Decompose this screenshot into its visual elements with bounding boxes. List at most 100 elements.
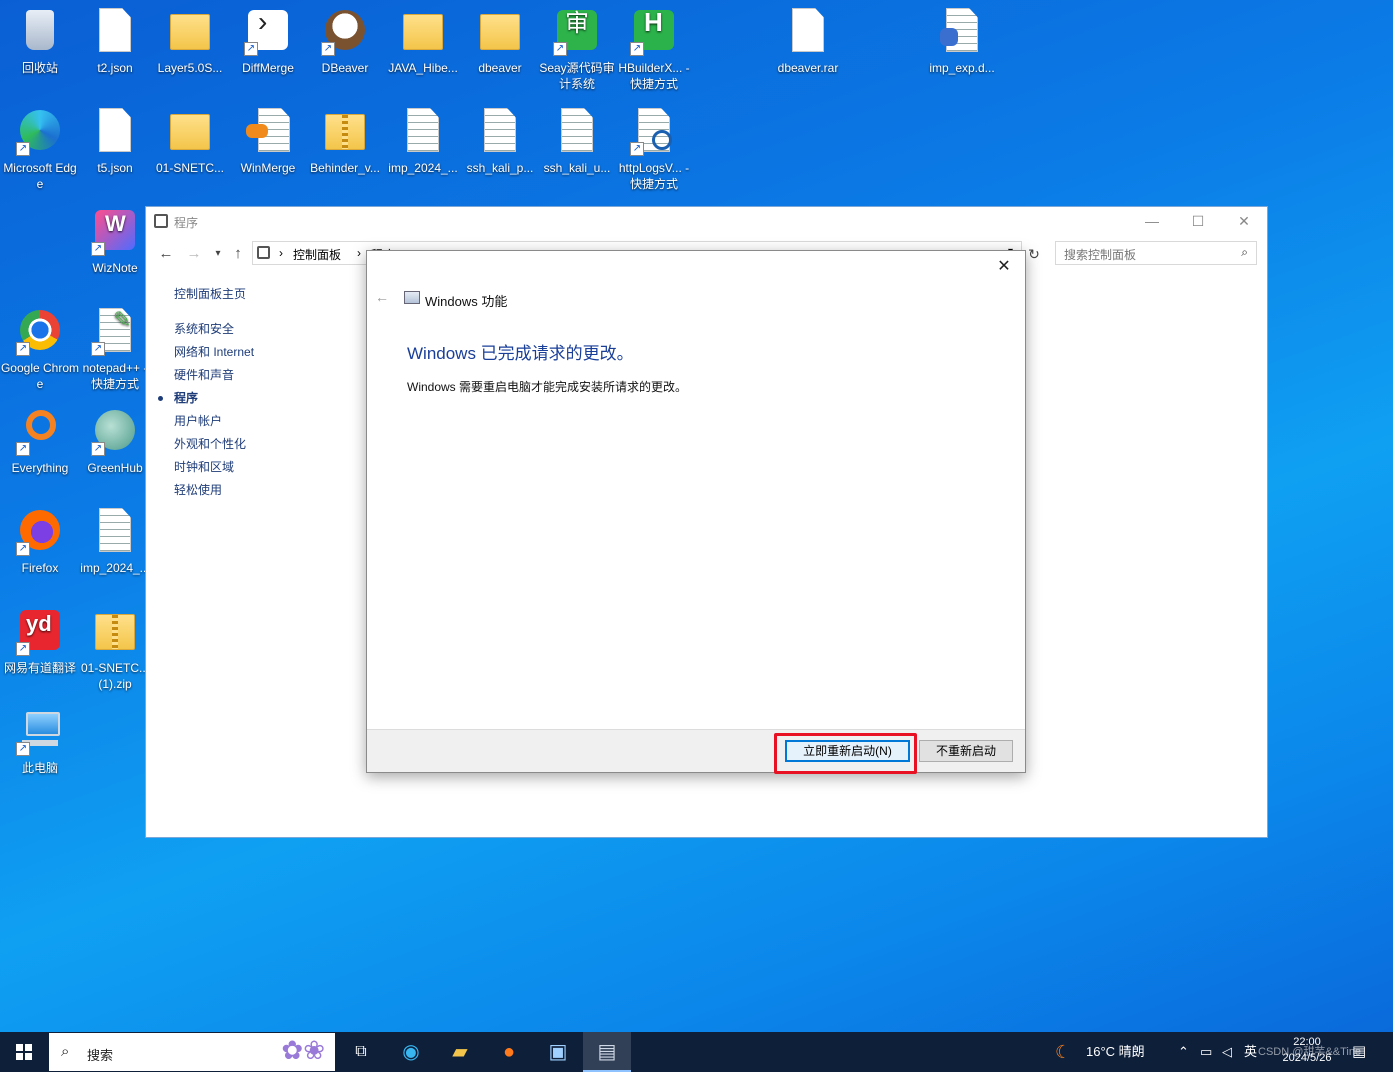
icon-label: 01-SNETC... (1).zip xyxy=(80,661,149,691)
annotation-highlight-box xyxy=(774,733,917,774)
nav-user-accounts[interactable]: 用户帐户 xyxy=(174,410,374,433)
task-view-icon[interactable]: ⧉ xyxy=(337,1032,385,1072)
icon-label: Firefox xyxy=(21,561,59,575)
folder-icon xyxy=(399,8,447,56)
icon-label: Microsoft Edge xyxy=(3,161,77,191)
recent-dropdown-icon[interactable]: ▾ xyxy=(208,244,228,264)
folder-icon xyxy=(166,108,214,156)
windows-logo-icon xyxy=(16,1044,32,1060)
dialog-title: Windows 功能 xyxy=(425,294,508,309)
text-file-icon xyxy=(476,108,524,156)
minimize-button[interactable]: — xyxy=(1129,207,1175,235)
taskbar-search-box[interactable]: ⌕ 搜索 ✿❀ xyxy=(49,1033,335,1071)
recycle-bin-icon[interactable]: 回收站 xyxy=(0,8,80,76)
zip-folder-icon xyxy=(321,108,369,156)
file-t5-json[interactable]: t5.json xyxy=(75,108,155,176)
back-arrow-icon[interactable]: ← xyxy=(375,289,389,305)
dialog-close-button[interactable]: ✕ xyxy=(989,255,1019,279)
search-input[interactable]: 搜索控制面板 ⌕ xyxy=(1055,241,1257,265)
document-icon xyxy=(91,108,139,156)
windows-features-taskbar-icon[interactable]: ▤ xyxy=(583,1032,631,1072)
folder-snetc[interactable]: 01-SNETC... xyxy=(150,108,230,176)
text-file-icon xyxy=(399,108,447,156)
file-ssh-kali-p[interactable]: ssh_kali_p... xyxy=(460,108,540,176)
zip-snetc-1[interactable]: 01-SNETC... (1).zip xyxy=(75,608,155,692)
file-imp-exp[interactable]: imp_exp.d... xyxy=(922,8,1002,76)
folder-java-hibe[interactable]: JAVA_Hibe... xyxy=(383,8,463,76)
app-everything[interactable]: ↗ Everything xyxy=(0,408,80,476)
icon-label: dbeaver.rar xyxy=(777,61,839,75)
this-pc[interactable]: ↗ 此电脑 xyxy=(0,708,80,776)
volume-icon[interactable]: ◁ xyxy=(1222,1032,1232,1072)
app-firefox[interactable]: ↗ Firefox xyxy=(0,508,80,576)
nav-appearance[interactable]: 外观和个性化 xyxy=(174,433,374,456)
clock[interactable]: 22:00 2024/5/26 xyxy=(1277,1034,1337,1066)
app-edge[interactable]: ↗ Microsoft Edge xyxy=(0,108,80,192)
maximize-button[interactable]: ☐ xyxy=(1175,207,1221,235)
notepadpp-icon: ✎ ↗ xyxy=(91,308,139,356)
network-icon[interactable]: ▭ xyxy=(1200,1032,1212,1072)
folder-icon xyxy=(476,8,524,56)
app-chrome[interactable]: ↗ Google Chrome xyxy=(0,308,80,392)
clock-time: 22:00 xyxy=(1293,1036,1321,1048)
icon-label: notepad++ - 快捷方式 xyxy=(82,361,148,391)
app-hbuilderx[interactable]: H ↗ HBuilderX... - 快捷方式 xyxy=(614,8,694,92)
app-youdao[interactable]: yd ↗ 网易有道翻译 xyxy=(0,608,80,676)
weather-text[interactable]: 16°C 晴朗 xyxy=(1086,1032,1145,1072)
computer-icon: ↗ xyxy=(16,708,64,756)
executable-icon xyxy=(938,8,986,56)
notification-icon[interactable]: ▤ xyxy=(1352,1032,1366,1072)
icon-label: t2.json xyxy=(97,61,133,75)
search-icon: ⌕ xyxy=(1241,245,1248,259)
nav-clock-region[interactable]: 时钟和区域 xyxy=(174,456,374,479)
youdao-icon: yd ↗ xyxy=(16,608,64,656)
show-hidden-icons-icon[interactable]: ⌃ xyxy=(1178,1032,1189,1072)
app-winmerge[interactable]: WinMerge xyxy=(228,108,308,176)
folder-dbeaver[interactable]: dbeaver xyxy=(460,8,540,76)
forward-arrow-icon[interactable]: → xyxy=(184,244,204,264)
folder-layer5[interactable]: Layer5.0S... xyxy=(150,8,230,76)
breadcrumb-control-panel[interactable]: 控制面板 xyxy=(293,246,341,263)
weather-icon[interactable]: ☾ xyxy=(1055,1032,1071,1072)
file-explorer-icon[interactable]: ▰ xyxy=(436,1032,484,1072)
app-diffmerge[interactable]: › ↗ DiffMerge xyxy=(228,8,308,76)
dialog-message: Windows 需要重启电脑才能完成安装所请求的更改。 xyxy=(407,380,688,394)
ime-indicator[interactable]: 英 xyxy=(1244,1032,1257,1072)
firefox-taskbar-icon[interactable]: ● xyxy=(485,1032,533,1072)
icon-label: httpLogsV... - 快捷方式 xyxy=(618,161,690,191)
app-wiznote[interactable]: W ↗ WizNote xyxy=(75,208,155,276)
control-panel-home-link[interactable]: 控制面板主页 xyxy=(174,285,374,302)
file-t2-json[interactable]: t2.json xyxy=(75,8,155,76)
app-greenhub[interactable]: ↗ GreenHub xyxy=(75,408,155,476)
close-button[interactable]: ✕ xyxy=(1221,207,1267,235)
file-imp-2024[interactable]: imp_2024_... xyxy=(383,108,463,176)
zip-behinder[interactable]: Behinder_v... xyxy=(305,108,385,176)
window-titlebar[interactable]: 程序 — ☐ ✕ xyxy=(146,207,1267,235)
icon-label: Google Chrome xyxy=(0,361,80,391)
back-arrow-icon[interactable]: ← xyxy=(156,244,176,264)
app-httplogs[interactable]: ↗ httpLogsV... - 快捷方式 xyxy=(614,108,694,192)
control-panel-taskbar-icon[interactable]: ▣ xyxy=(534,1032,582,1072)
winmerge-icon xyxy=(244,108,292,156)
refresh-icon[interactable]: ↻ xyxy=(1024,244,1044,264)
trash-icon xyxy=(16,8,64,56)
file-dbeaver-rar[interactable]: dbeaver.rar xyxy=(768,8,848,76)
httplogs-icon: ↗ xyxy=(630,108,678,156)
window-title: 程序 xyxy=(174,216,199,230)
app-dbeaver[interactable]: ↗ DBeaver xyxy=(305,8,385,76)
app-seay[interactable]: 审 ↗ Seay源代码审计系统 xyxy=(537,8,617,92)
dont-restart-button[interactable]: 不重新启动 xyxy=(919,740,1013,762)
nav-hardware-sound[interactable]: 硬件和声音 xyxy=(174,364,374,387)
edge-taskbar-icon[interactable]: ◉ xyxy=(387,1032,435,1072)
file-imp-2024-b[interactable]: imp_2024_... xyxy=(75,508,155,576)
nav-programs[interactable]: 程序 xyxy=(158,387,374,410)
file-ssh-kali-u[interactable]: ssh_kali_u... xyxy=(537,108,617,176)
nav-system-security[interactable]: 系统和安全 xyxy=(174,318,374,341)
breadcrumb-separator: › xyxy=(357,246,361,260)
up-arrow-icon[interactable]: ↑ xyxy=(228,244,248,264)
app-notepadpp[interactable]: ✎ ↗ notepad++ - 快捷方式 xyxy=(75,308,155,392)
nav-ease-of-access[interactable]: 轻松使用 xyxy=(174,479,374,502)
start-button[interactable] xyxy=(0,1032,48,1072)
nav-network-internet[interactable]: 网络和 Internet xyxy=(174,341,374,364)
icon-label: WizNote xyxy=(92,261,138,275)
